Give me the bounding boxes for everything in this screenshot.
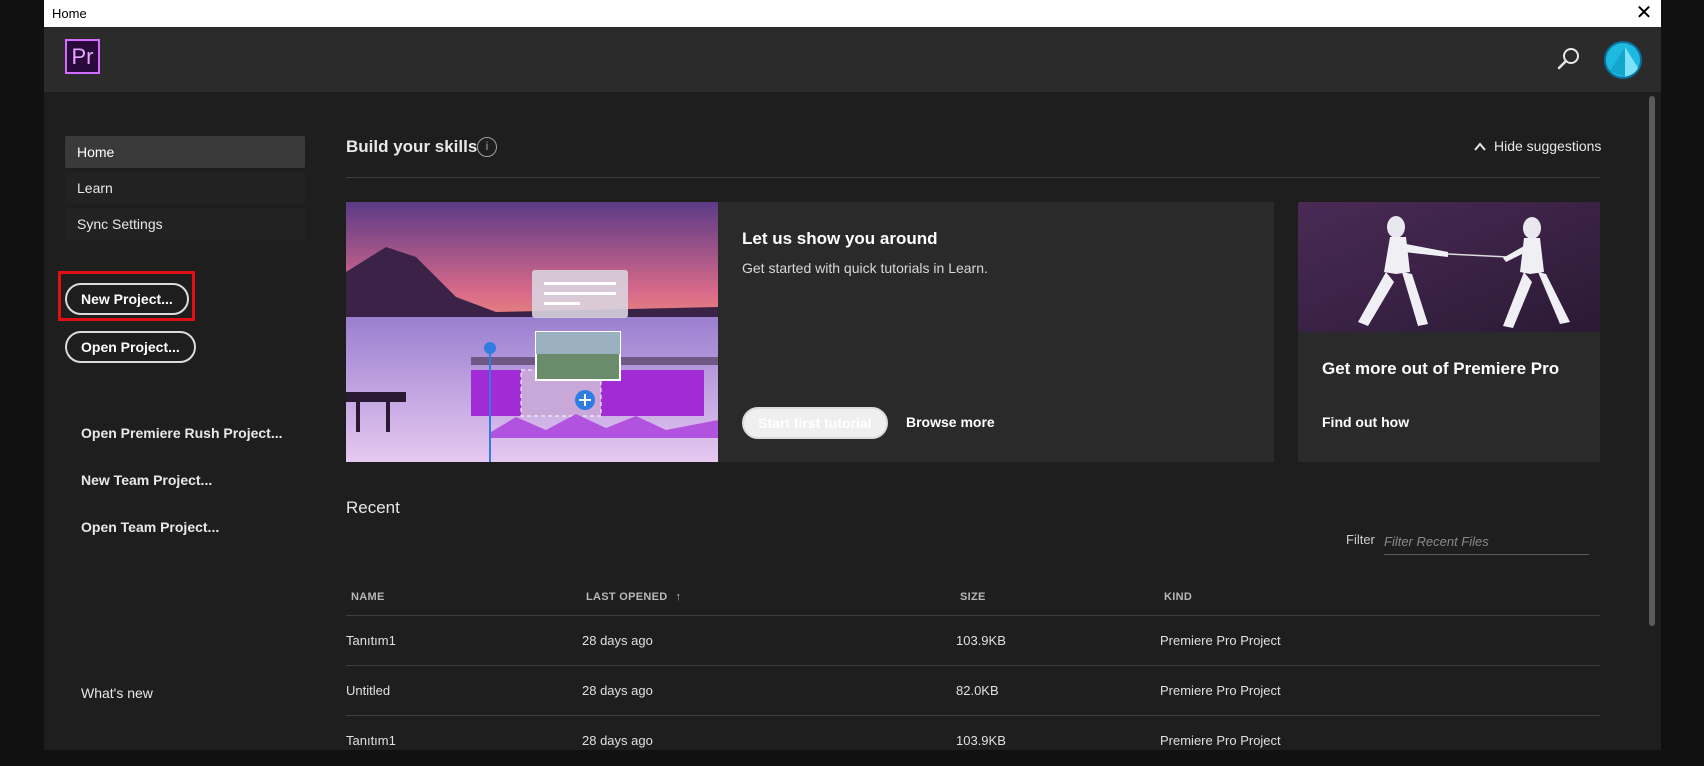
table-row[interactable]: Tanıtım1 28 days ago 103.9KB Premiere Pr…	[346, 616, 1600, 666]
premiere-pro-tips-card: Get more out of Premiere Pro Find out ho…	[1298, 202, 1600, 462]
recent-title: Recent	[346, 498, 400, 517]
row-last-opened: 28 days ago	[582, 733, 653, 748]
vertical-scrollbar[interactable]	[1649, 96, 1655, 626]
table-row[interactable]: Untitled 28 days ago 82.0KB Premiere Pro…	[346, 666, 1600, 716]
avatar[interactable]	[1604, 41, 1642, 79]
start-first-tutorial-button[interactable]: Start first tutorial	[742, 407, 888, 439]
new-team-project-link[interactable]: New Team Project...	[81, 472, 212, 488]
open-project-button[interactable]: Open Project...	[65, 331, 196, 363]
row-last-opened: 28 days ago	[582, 683, 653, 698]
tutorial-illustration	[346, 202, 718, 462]
title-bar: Home ✕	[44, 0, 1661, 27]
column-name[interactable]: NAME	[351, 591, 385, 603]
column-size[interactable]: SIZE	[960, 591, 986, 603]
filter-recent-input[interactable]	[1384, 529, 1589, 555]
tutorial-card: Let us show you around Get started with …	[346, 202, 1274, 462]
window-title: Home	[52, 6, 87, 21]
new-project-button[interactable]: New Project...	[65, 283, 189, 315]
sort-ascending-icon: ↑	[675, 591, 682, 603]
open-team-project-link[interactable]: Open Team Project...	[81, 519, 219, 535]
top-bar: Pr	[44, 27, 1661, 92]
close-icon[interactable]: ✕	[1633, 2, 1655, 24]
fencing-illustration	[1298, 202, 1600, 332]
row-last-opened: 28 days ago	[582, 633, 653, 648]
hide-suggestions-button[interactable]: Hide suggestions	[1474, 138, 1601, 154]
column-last-opened-label: LAST OPENED	[586, 591, 668, 603]
open-rush-project-link[interactable]: Open Premiere Rush Project...	[81, 425, 283, 441]
row-size: 103.9KB	[956, 633, 1006, 648]
row-name: Tanıtım1	[346, 633, 396, 648]
row-kind: Premiere Pro Project	[1160, 733, 1281, 748]
find-out-how-link[interactable]: Find out how	[1322, 414, 1409, 430]
tutorial-card-text: Get started with quick tutorials in Lear…	[742, 260, 988, 276]
column-kind[interactable]: KIND	[1164, 591, 1192, 603]
table-header: NAME LAST OPENED ↑ SIZE KIND	[346, 584, 1600, 616]
skills-title: Build your skills	[346, 137, 478, 156]
browse-more-link[interactable]: Browse more	[906, 414, 995, 430]
hide-suggestions-label: Hide suggestions	[1494, 138, 1602, 154]
premiere-logo: Pr	[65, 39, 100, 74]
recent-files-table: NAME LAST OPENED ↑ SIZE KIND Tanıtım1 28 …	[346, 584, 1600, 766]
row-name: Untitled	[346, 683, 391, 698]
sidebar-item-home[interactable]: Home	[65, 136, 305, 168]
skills-divider	[346, 177, 1600, 178]
sidebar-item-sync-settings[interactable]: Sync Settings	[65, 208, 305, 240]
table-row[interactable]: Tanıtım1 28 days ago 103.9KB Premiere Pr…	[346, 716, 1600, 766]
row-name: Tanıtım1	[346, 733, 396, 748]
whats-new-link[interactable]: What's new	[81, 685, 153, 701]
info-icon[interactable]: i	[477, 137, 497, 157]
sidebar-item-learn[interactable]: Learn	[65, 172, 305, 204]
row-kind: Premiere Pro Project	[1160, 633, 1281, 648]
premiere-home-window: Home ✕ Pr Home Learn Sync Settings New P…	[44, 0, 1661, 750]
premiere-pro-tips-heading: Get more out of Premiere Pro	[1322, 359, 1560, 378]
row-size: 103.9KB	[956, 733, 1006, 748]
filter-label: Filter	[1346, 532, 1375, 547]
sidebar-nav: Home Learn Sync Settings	[65, 136, 305, 244]
tutorial-card-heading: Let us show you around	[742, 229, 938, 248]
chevron-up-icon	[1474, 138, 1486, 154]
search-icon[interactable]	[1555, 45, 1583, 73]
column-last-opened[interactable]: LAST OPENED ↑	[586, 591, 681, 603]
row-kind: Premiere Pro Project	[1160, 683, 1281, 698]
row-size: 82.0KB	[956, 683, 999, 698]
